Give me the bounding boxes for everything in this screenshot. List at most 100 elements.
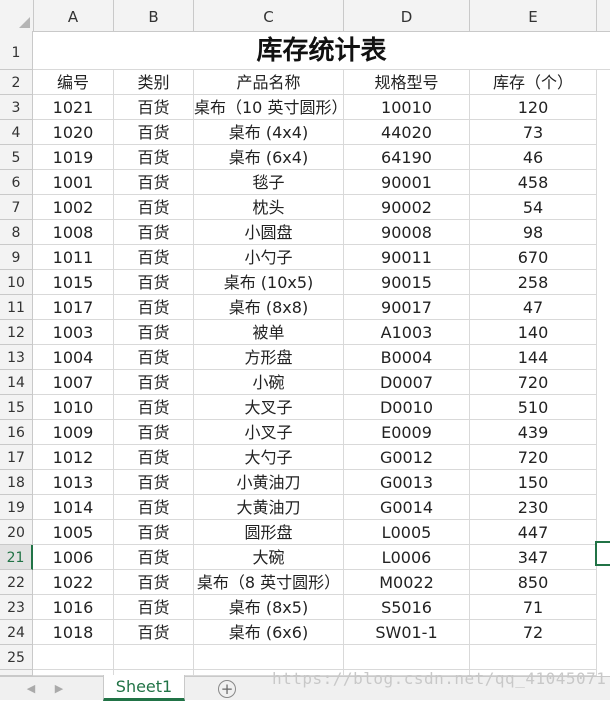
- row-header-3[interactable]: 3: [0, 95, 33, 120]
- cell-a17[interactable]: 1012: [33, 445, 114, 470]
- cell-b19[interactable]: 百货: [114, 495, 194, 520]
- cell-d3[interactable]: 10010: [344, 95, 470, 120]
- cell-d14[interactable]: D0007: [344, 370, 470, 395]
- row-header-20[interactable]: 20: [0, 520, 33, 545]
- cell-a13[interactable]: 1004: [33, 345, 114, 370]
- cell-a15[interactable]: 1010: [33, 395, 114, 420]
- row-header-24[interactable]: 24: [0, 620, 33, 645]
- cell-b11[interactable]: 百货: [114, 295, 194, 320]
- prev-sheet-icon[interactable]: ◀: [22, 681, 40, 697]
- cell-b23[interactable]: 百货: [114, 595, 194, 620]
- cell-d15[interactable]: D0010: [344, 395, 470, 420]
- cell-e20[interactable]: 447: [470, 520, 597, 545]
- cell-e8[interactable]: 98: [470, 220, 597, 245]
- cell-a18[interactable]: 1013: [33, 470, 114, 495]
- row-header-4[interactable]: 4: [0, 120, 33, 145]
- cell-d10[interactable]: 90015: [344, 270, 470, 295]
- cell-c7[interactable]: 枕头: [194, 195, 344, 220]
- cell-b18[interactable]: 百货: [114, 470, 194, 495]
- cell-c21[interactable]: 大碗: [194, 545, 344, 570]
- cell-e5[interactable]: 46: [470, 145, 597, 170]
- cell-e14[interactable]: 720: [470, 370, 597, 395]
- cell-a11[interactable]: 1017: [33, 295, 114, 320]
- row-header-17[interactable]: 17: [0, 445, 33, 470]
- cell-c19[interactable]: 大黄油刀: [194, 495, 344, 520]
- cell-c10[interactable]: 桌布 (10x5): [194, 270, 344, 295]
- cell-d20[interactable]: L0005: [344, 520, 470, 545]
- cell-a21[interactable]: 1006: [33, 545, 114, 570]
- cell-d21[interactable]: L0006: [344, 545, 470, 570]
- cell-c8[interactable]: 小圆盘: [194, 220, 344, 245]
- cell-e24[interactable]: 72: [470, 620, 597, 645]
- cell-c9[interactable]: 小勺子: [194, 245, 344, 270]
- row-header-13[interactable]: 13: [0, 345, 33, 370]
- cell-c20[interactable]: 圆形盘: [194, 520, 344, 545]
- row-header-25[interactable]: 25: [0, 645, 33, 670]
- cell-c13[interactable]: 方形盘: [194, 345, 344, 370]
- cell-c6[interactable]: 毯子: [194, 170, 344, 195]
- cell-e16[interactable]: 439: [470, 420, 597, 445]
- cell-d6[interactable]: 90001: [344, 170, 470, 195]
- cell-b3[interactable]: 百货: [114, 95, 194, 120]
- cell-b14[interactable]: 百货: [114, 370, 194, 395]
- cell-b4[interactable]: 百货: [114, 120, 194, 145]
- cell-d4[interactable]: 44020: [344, 120, 470, 145]
- cell-b8[interactable]: 百货: [114, 220, 194, 245]
- cell-c17[interactable]: 大勺子: [194, 445, 344, 470]
- row-header-7[interactable]: 7: [0, 195, 33, 220]
- cell-e19[interactable]: 230: [470, 495, 597, 520]
- cell-a3[interactable]: 1021: [33, 95, 114, 120]
- cell-c23[interactable]: 桌布 (8x5): [194, 595, 344, 620]
- row-header-19[interactable]: 19: [0, 495, 33, 520]
- column-header-b[interactable]: B: [114, 0, 194, 31]
- cell-b2[interactable]: 类别: [114, 70, 194, 95]
- cell-b6[interactable]: 百货: [114, 170, 194, 195]
- cell-a7[interactable]: 1002: [33, 195, 114, 220]
- cell-d16[interactable]: E0009: [344, 420, 470, 445]
- cell-c16[interactable]: 小叉子: [194, 420, 344, 445]
- cell-e23[interactable]: 71: [470, 595, 597, 620]
- cell-a24[interactable]: 1018: [33, 620, 114, 645]
- cell-d9[interactable]: 90011: [344, 245, 470, 270]
- cell-c11[interactable]: 桌布 (8x8): [194, 295, 344, 320]
- row-header-18[interactable]: 18: [0, 470, 33, 495]
- cell-a10[interactable]: 1015: [33, 270, 114, 295]
- row-header-14[interactable]: 14: [0, 370, 33, 395]
- cell-e15[interactable]: 510: [470, 395, 597, 420]
- cell-e18[interactable]: 150: [470, 470, 597, 495]
- row-header-12[interactable]: 12: [0, 320, 33, 345]
- cell-c2[interactable]: 产品名称: [194, 70, 344, 95]
- cell-e4[interactable]: 73: [470, 120, 597, 145]
- next-sheet-icon[interactable]: ▶: [50, 681, 68, 697]
- cell-a9[interactable]: 1011: [33, 245, 114, 270]
- row-header-8[interactable]: 8: [0, 220, 33, 245]
- cell-e6[interactable]: 458: [470, 170, 597, 195]
- cell-b22[interactable]: 百货: [114, 570, 194, 595]
- cell-c4[interactable]: 桌布 (4x4): [194, 120, 344, 145]
- cell-a19[interactable]: 1014: [33, 495, 114, 520]
- cell-a4[interactable]: 1020: [33, 120, 114, 145]
- sheet-tab-sheet1[interactable]: Sheet1: [103, 675, 185, 701]
- cell-a2[interactable]: 编号: [33, 70, 114, 95]
- cell-a16[interactable]: 1009: [33, 420, 114, 445]
- cell-b13[interactable]: 百货: [114, 345, 194, 370]
- row-header-2[interactable]: 2: [0, 70, 33, 95]
- cell-e17[interactable]: 720: [470, 445, 597, 470]
- cell-a8[interactable]: 1008: [33, 220, 114, 245]
- cell-b15[interactable]: 百货: [114, 395, 194, 420]
- cell-b20[interactable]: 百货: [114, 520, 194, 545]
- cell-b9[interactable]: 百货: [114, 245, 194, 270]
- cell-e2[interactable]: 库存（个）: [470, 70, 597, 95]
- cell-e13[interactable]: 144: [470, 345, 597, 370]
- row-header-16[interactable]: 16: [0, 420, 33, 445]
- cell-e10[interactable]: 258: [470, 270, 597, 295]
- cell-c14[interactable]: 小碗: [194, 370, 344, 395]
- cell-b16[interactable]: 百货: [114, 420, 194, 445]
- add-sheet-icon[interactable]: +: [218, 680, 236, 698]
- cell-d17[interactable]: G0012: [344, 445, 470, 470]
- cell-d12[interactable]: A1003: [344, 320, 470, 345]
- cell-d7[interactable]: 90002: [344, 195, 470, 220]
- cell-a20[interactable]: 1005: [33, 520, 114, 545]
- row-header-6[interactable]: 6: [0, 170, 33, 195]
- cell-b25[interactable]: [114, 645, 194, 670]
